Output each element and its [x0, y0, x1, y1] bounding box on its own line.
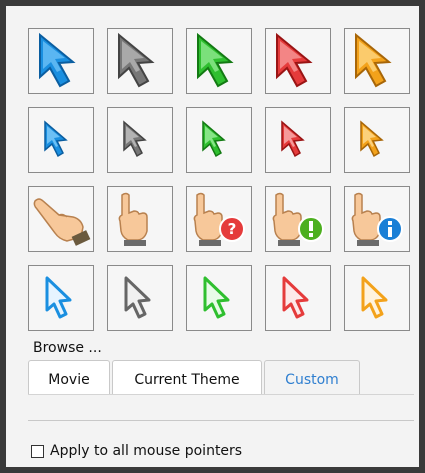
pointer-cell[interactable] [28, 265, 94, 331]
pointer-hand-info-icon [351, 192, 403, 246]
pointer-cell[interactable] [186, 28, 252, 94]
pointer-cell[interactable] [186, 265, 252, 331]
pointer-cell[interactable] [265, 186, 331, 252]
pointer-cell[interactable] [28, 107, 94, 173]
pointer-hand-warning-icon [272, 192, 324, 246]
pointer-outline-green-icon [203, 276, 230, 319]
pointer-arrow-large-gray-icon [118, 32, 155, 88]
pointer-cell[interactable] [344, 107, 410, 173]
pointer-cell[interactable] [107, 107, 173, 173]
tab-current-theme[interactable]: Current Theme [112, 360, 262, 394]
pointer-settings-panel: ? Browse ... Movie Current Theme Custom … [6, 6, 419, 467]
pointer-arrow-large-green-icon [197, 32, 234, 88]
pointer-arrow-small-red-icon [281, 120, 305, 158]
apply-all-checkbox[interactable] [31, 444, 44, 458]
pointer-cell[interactable] [107, 28, 173, 94]
apply-all-label: Apply to all mouse pointers [50, 443, 243, 459]
pointer-cell[interactable] [28, 28, 94, 94]
pointer-cell[interactable] [265, 28, 331, 94]
pointer-hand-up-icon [118, 192, 148, 246]
browse-link[interactable]: Browse ... [33, 340, 102, 356]
pointer-cell[interactable] [344, 265, 410, 331]
pointer-cell[interactable] [265, 265, 331, 331]
pointer-hand-point-icon [33, 198, 91, 246]
pointer-arrow-large-blue-icon [39, 32, 76, 88]
apply-all-row[interactable]: Apply to all mouse pointers [31, 443, 242, 459]
pointer-cell[interactable] [344, 186, 410, 252]
pointer-arrow-small-orange-icon [360, 120, 384, 158]
pointer-arrow-large-red-icon [276, 32, 313, 88]
tab-custom[interactable]: Custom [264, 360, 360, 394]
tab-movie[interactable]: Movie [28, 360, 110, 394]
pointer-arrow-small-green-icon [202, 120, 226, 158]
pointer-outline-blue-icon [45, 276, 72, 319]
pointer-cell[interactable]: ? [186, 186, 252, 252]
pointer-arrow-small-blue-icon [44, 120, 68, 158]
pointer-cell[interactable] [107, 265, 173, 331]
pointer-cell[interactable] [186, 107, 252, 173]
pointer-cell[interactable] [344, 28, 410, 94]
pointer-cell[interactable] [28, 186, 94, 252]
svg-text:?: ? [228, 220, 237, 238]
pointer-outline-orange-icon [361, 276, 388, 319]
divider [28, 420, 414, 421]
tab-strip-baseline [28, 394, 414, 395]
pointer-arrow-large-orange-icon [355, 32, 392, 88]
pointer-arrow-small-gray-icon [123, 120, 147, 158]
pointer-outline-red-icon [282, 276, 309, 319]
pointer-hand-help-icon: ? [193, 192, 245, 246]
pointer-cell[interactable] [265, 107, 331, 173]
pointer-cell[interactable] [107, 186, 173, 252]
pointer-outline-gray-icon [124, 276, 151, 319]
